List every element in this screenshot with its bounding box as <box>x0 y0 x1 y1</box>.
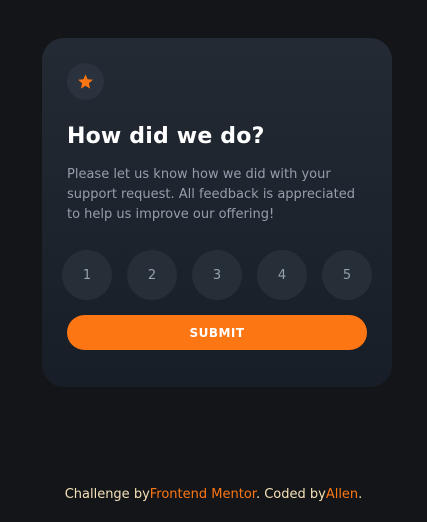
frontend-mentor-link[interactable]: Frontend Mentor <box>150 487 256 502</box>
rating-button-5[interactable]: 5 <box>322 250 372 300</box>
card-title: How did we do? <box>67 124 265 149</box>
rating-button-4[interactable]: 4 <box>257 250 307 300</box>
attribution-middle: . Coded by <box>255 487 326 502</box>
star-badge <box>67 63 104 100</box>
rating-card: How did we do? Please let us know how we… <box>42 38 392 387</box>
rating-button-1[interactable]: 1 <box>62 250 112 300</box>
rating-button-2[interactable]: 2 <box>127 250 177 300</box>
rating-button-3[interactable]: 3 <box>192 250 242 300</box>
attribution: Challenge byFrontend Mentor. Coded byAll… <box>0 487 427 502</box>
star-icon <box>78 74 93 89</box>
author-link[interactable]: Allen <box>326 487 358 502</box>
submit-button[interactable]: SUBMIT <box>67 315 367 350</box>
attribution-suffix: . <box>358 487 363 502</box>
card-description: Please let us know how we did with your … <box>67 167 355 222</box>
rating-options: 1 2 3 4 5 <box>62 250 372 300</box>
attribution-prefix: Challenge by <box>64 487 150 502</box>
